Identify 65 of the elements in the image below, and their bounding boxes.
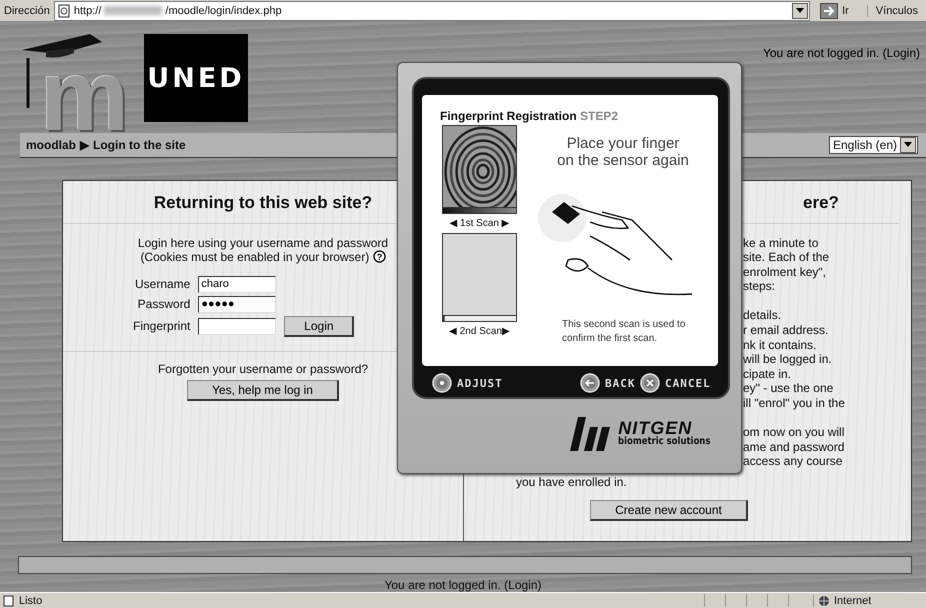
field-label: Password	[136, 297, 190, 312]
create-account-button[interactable]: Create new account	[590, 500, 748, 522]
signup-text-line: site. Each of the	[743, 250, 830, 265]
breadcrumb-current: Login to the site	[93, 138, 186, 152]
cancel-icon	[640, 373, 660, 393]
logo-letter: m	[40, 61, 125, 131]
logo-text: UNED	[144, 34, 248, 122]
scan-note: This second scan is used to confirm the first scan.	[562, 318, 686, 346]
signup-text-line: ame and password	[743, 440, 846, 454]
field-label: Fingerprint	[133, 319, 190, 334]
help-icon[interactable]: ?	[372, 250, 386, 263]
signup-text-line: ey" - use the one	[743, 381, 834, 396]
login-link[interactable]: (Login)	[504, 578, 542, 592]
go-link[interactable]: Ir	[842, 4, 849, 16]
brand-name: NITGEN	[618, 419, 692, 437]
adjust-button[interactable]: ADJUST	[432, 373, 503, 393]
login-button[interactable]: Login	[284, 316, 354, 337]
address-field[interactable]: http:// /moodle/login/index.php	[54, 0, 810, 20]
login-status-text: You are not logged in. (Login)	[383, 577, 543, 592]
cancel-button[interactable]: CANCEL	[640, 373, 711, 393]
signup-text-line: cipate in.	[743, 366, 792, 382]
password-field[interactable]: ●●●●●	[198, 296, 276, 313]
dropdown-button[interactable]	[792, 2, 808, 18]
url-text: http://	[74, 4, 102, 16]
help-login-button[interactable]: Yes, help me log in	[187, 380, 339, 401]
brand-tagline: biometric solutions	[618, 437, 711, 447]
links-label[interactable]: Vínculos	[866, 4, 922, 16]
signup-text-line: ke a minute to	[743, 236, 820, 250]
tassel-icon	[26, 58, 30, 108]
login-instructions: Login here using your username and password (Cookies must be enabled in your browser) ?	[138, 236, 388, 264]
scan-label: ◀ 2nd Scan▶	[448, 325, 512, 337]
status-text: Listo	[19, 594, 42, 606]
signup-text-line: details.	[743, 308, 782, 324]
instruction-text: Place your finger on the sensor again	[556, 135, 690, 169]
globe-icon	[818, 594, 830, 606]
adjust-icon	[432, 373, 452, 393]
login-status-text: You are not logged in. (Login)	[762, 45, 920, 62]
breadcrumb-link[interactable]: moodlab	[26, 138, 76, 152]
caret-icon	[904, 142, 912, 148]
login-link[interactable]: (Login)	[882, 46, 920, 60]
signup-text-line: enrolment key",	[743, 264, 827, 280]
signup-text-line: om now on you will	[743, 425, 846, 440]
signup-text-line: steps:	[743, 279, 776, 294]
back-button[interactable]: BACK	[580, 373, 636, 393]
signup-text-line: will be logged in.	[743, 352, 833, 367]
signup-text-line: you have enrolled in.	[515, 475, 627, 490]
signup-text-line: access any course	[743, 454, 844, 470]
signup-text-line: nk it contains.	[743, 338, 818, 352]
caret-icon	[796, 8, 804, 13]
username-field[interactable]: charo	[198, 276, 276, 293]
blurred-area	[104, 6, 162, 15]
page-icon	[56, 4, 71, 18]
graduation-cap-icon	[20, 34, 104, 60]
field-label: Username	[134, 277, 190, 292]
address-label: Dirección	[4, 4, 50, 16]
back-icon	[580, 373, 600, 393]
zone-text: Internet	[834, 594, 872, 606]
dialog-title: Fingerprint Registration STEP2	[440, 109, 618, 123]
fingerprint-field[interactable]	[198, 318, 276, 335]
signup-text-line: r email address.	[743, 323, 830, 338]
signup-text-line: ill "enrol" you in the	[743, 396, 846, 411]
breadcrumb-separator: ▶	[80, 138, 89, 152]
forgot-text: Forgotten your username or password?	[158, 362, 368, 376]
url-text: /moodle/login/index.php	[165, 4, 282, 16]
language-select[interactable]: English (en)	[828, 136, 918, 154]
